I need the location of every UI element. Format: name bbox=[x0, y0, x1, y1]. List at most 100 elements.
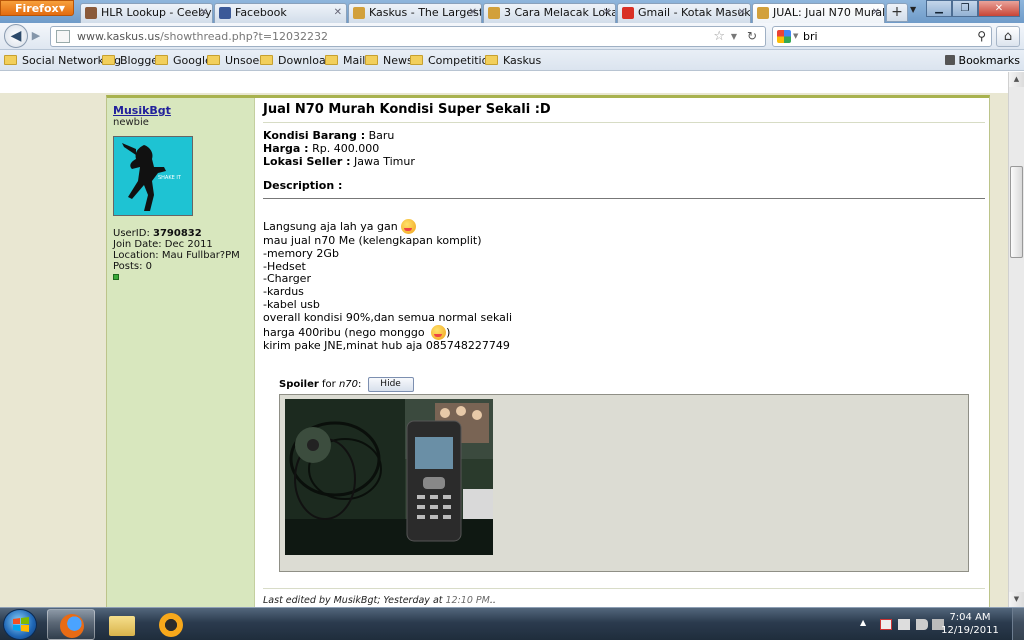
close-icon[interactable]: ✕ bbox=[872, 4, 880, 22]
bookmark-competition[interactable]: Competition bbox=[410, 53, 495, 68]
bookmark-mail[interactable]: Mail bbox=[325, 53, 365, 68]
kaskus-favicon-icon bbox=[353, 7, 365, 19]
reload-icon[interactable]: ↻ bbox=[747, 27, 757, 46]
power-icon[interactable] bbox=[898, 619, 910, 630]
post-message: Langsung aja lah ya gan mau jual n70 Me … bbox=[263, 219, 985, 352]
tab-gmail[interactable]: Gmail - Kotak Masuk ... ✕ bbox=[617, 3, 751, 23]
bookmark-news[interactable]: News bbox=[365, 53, 413, 68]
list-all-tabs-icon[interactable]: ▼ bbox=[910, 5, 916, 14]
search-engine-dropdown-icon[interactable]: ▼ bbox=[793, 27, 798, 46]
action-center-flag-icon[interactable] bbox=[880, 619, 892, 630]
firefox-icon bbox=[60, 614, 84, 638]
google-search-engine-icon[interactable] bbox=[777, 30, 791, 43]
tab-label: 3 Cara Melacak Lokasi... bbox=[504, 6, 616, 19]
user-id-label: UserID: bbox=[113, 228, 150, 239]
folder-icon bbox=[325, 55, 338, 65]
firefox-menu-label: Firefox bbox=[15, 2, 59, 15]
username-link[interactable]: MusikBgt bbox=[113, 104, 248, 117]
message-line: harga 400ribu (nego monggo ) bbox=[263, 324, 985, 340]
page-viewport: MusikBgt newbie SHAKE IT UserID: 3790832… bbox=[0, 72, 1008, 607]
window-close-icon[interactable]: ✕ bbox=[978, 0, 1020, 17]
volume-icon[interactable] bbox=[916, 619, 928, 630]
clock[interactable]: 7:04 AM 12/19/2011 bbox=[940, 611, 1000, 637]
tab-label: Facebook bbox=[235, 6, 287, 19]
start-button[interactable] bbox=[3, 609, 37, 640]
search-input[interactable]: ▼ bri ⚲ bbox=[772, 26, 992, 47]
product-photo[interactable] bbox=[285, 399, 493, 556]
meta-price: Harga : Rp. 400.000 bbox=[263, 142, 985, 155]
tab-cara-melacak[interactable]: 3 Cara Melacak Lokasi... ✕ bbox=[483, 3, 616, 23]
user-info: UserID: 3790832 Join Date: Dec 2011 Loca… bbox=[113, 228, 248, 280]
firefox-menu-button[interactable]: Firefox ▼ bbox=[0, 0, 74, 16]
close-icon[interactable]: ✕ bbox=[200, 4, 208, 22]
clock-time: 7:04 AM bbox=[949, 612, 991, 623]
spoiler-hide-button[interactable]: Hide bbox=[367, 377, 414, 393]
bookmarks-menu[interactable]: Bookmarks bbox=[944, 53, 1020, 68]
online-status-icon bbox=[113, 274, 119, 280]
message-line: -memory 2Gb bbox=[263, 246, 339, 260]
site-identity-icon[interactable] bbox=[56, 30, 70, 43]
folder-icon bbox=[102, 55, 115, 65]
avatar[interactable]: SHAKE IT bbox=[113, 136, 193, 216]
url-history-dropdown-icon[interactable]: ▼ bbox=[731, 27, 737, 46]
last-edited-note: Last edited by MusikBgt; Yesterday at 12… bbox=[263, 588, 985, 606]
meta-label: Lokasi Seller : bbox=[263, 155, 351, 168]
bookmark-star-icon[interactable]: ☆ bbox=[713, 27, 725, 46]
message-line: overall kondisi 90%,dan semua normal sek… bbox=[263, 310, 513, 324]
join-date: Join Date: Dec 2011 bbox=[113, 239, 213, 250]
tab-facebook[interactable]: Facebook ✕ bbox=[214, 3, 347, 23]
folder-icon bbox=[365, 55, 378, 65]
new-tab-button[interactable]: + bbox=[886, 3, 908, 22]
windows-logo-icon bbox=[13, 617, 29, 632]
hlr-favicon-icon bbox=[85, 7, 97, 19]
bookmark-google[interactable]: Google bbox=[155, 53, 212, 68]
scroll-down-icon[interactable]: ▼ bbox=[1009, 592, 1024, 607]
close-icon[interactable]: ✕ bbox=[334, 4, 342, 22]
scroll-up-icon[interactable]: ▲ bbox=[1009, 72, 1024, 87]
spoiler-target: n70 bbox=[338, 379, 358, 391]
restore-icon[interactable]: ❐ bbox=[952, 0, 978, 17]
search-icon[interactable]: ⚲ bbox=[977, 27, 986, 46]
taskbar-app[interactable] bbox=[147, 609, 195, 640]
meta-location: Lokasi Seller : Jawa Timur bbox=[263, 155, 985, 168]
tab-jual-n70[interactable]: JUAL: Jual N70 Murah... ✕ bbox=[752, 3, 885, 24]
url-path: /showthread.php?t=12032232 bbox=[160, 30, 329, 43]
bookmarks-menu-label: Bookmarks bbox=[958, 54, 1020, 67]
bookmark-label: News bbox=[383, 54, 413, 67]
facebook-favicon-icon bbox=[219, 7, 231, 19]
taskbar-explorer[interactable] bbox=[97, 609, 145, 640]
bookmark-blogger[interactable]: Blogger bbox=[102, 53, 163, 68]
close-icon[interactable]: ✕ bbox=[469, 4, 477, 22]
bookmark-download[interactable]: Download bbox=[260, 53, 333, 68]
minimize-icon[interactable]: ▁ bbox=[926, 0, 952, 17]
post-count: Posts: 0 bbox=[113, 261, 153, 272]
home-icon[interactable]: ⌂ bbox=[996, 26, 1020, 47]
show-desktop-button[interactable] bbox=[1012, 608, 1024, 640]
kaskus-favicon-icon bbox=[488, 7, 500, 19]
message-line: mau jual n70 Me (kelengkapan komplit) bbox=[263, 234, 482, 247]
windows-taskbar: ▲ 7:04 AM 12/19/2011 bbox=[0, 607, 1024, 640]
bookmark-kaskus[interactable]: Kaskus bbox=[485, 53, 541, 68]
message-line: -kardus bbox=[263, 285, 304, 299]
bookmark-unsoed[interactable]: Unsoed bbox=[207, 53, 266, 68]
tab-hlr-lookup[interactable]: HLR Lookup - Ceebyd... ✕ bbox=[80, 3, 213, 23]
scrollbar-thumb[interactable] bbox=[1010, 166, 1023, 258]
message-line: -Charger bbox=[263, 272, 311, 286]
message-line: -Hedset bbox=[263, 259, 306, 273]
taskbar-firefox[interactable] bbox=[47, 609, 95, 640]
user-id-line: UserID: 3790832 bbox=[113, 228, 248, 239]
tab-kaskus-largest[interactable]: Kaskus - The Largest I... ✕ bbox=[348, 3, 482, 23]
meta-condition: Kondisi Barang : Baru bbox=[263, 129, 985, 142]
back-arrow-icon[interactable]: ◀ bbox=[4, 24, 28, 48]
show-hidden-icons-icon[interactable]: ▲ bbox=[860, 618, 866, 627]
folder-icon bbox=[4, 55, 17, 65]
window-controls: ▁ ❐ ✕ bbox=[926, 0, 1020, 18]
system-tray: ▲ 7:04 AM 12/19/2011 bbox=[854, 608, 1024, 640]
forward-arrow-icon[interactable]: ▶ bbox=[28, 28, 44, 44]
close-icon[interactable]: ✕ bbox=[603, 4, 611, 22]
vertical-scrollbar[interactable]: ▲ ▼ bbox=[1008, 72, 1024, 607]
folder-icon bbox=[109, 616, 135, 636]
address-bar[interactable]: www.kaskus.us/showthread.php?t=12032232 … bbox=[50, 26, 766, 47]
close-icon[interactable]: ✕ bbox=[738, 4, 746, 22]
tab-label: JUAL: Jual N70 Murah... bbox=[773, 6, 884, 19]
